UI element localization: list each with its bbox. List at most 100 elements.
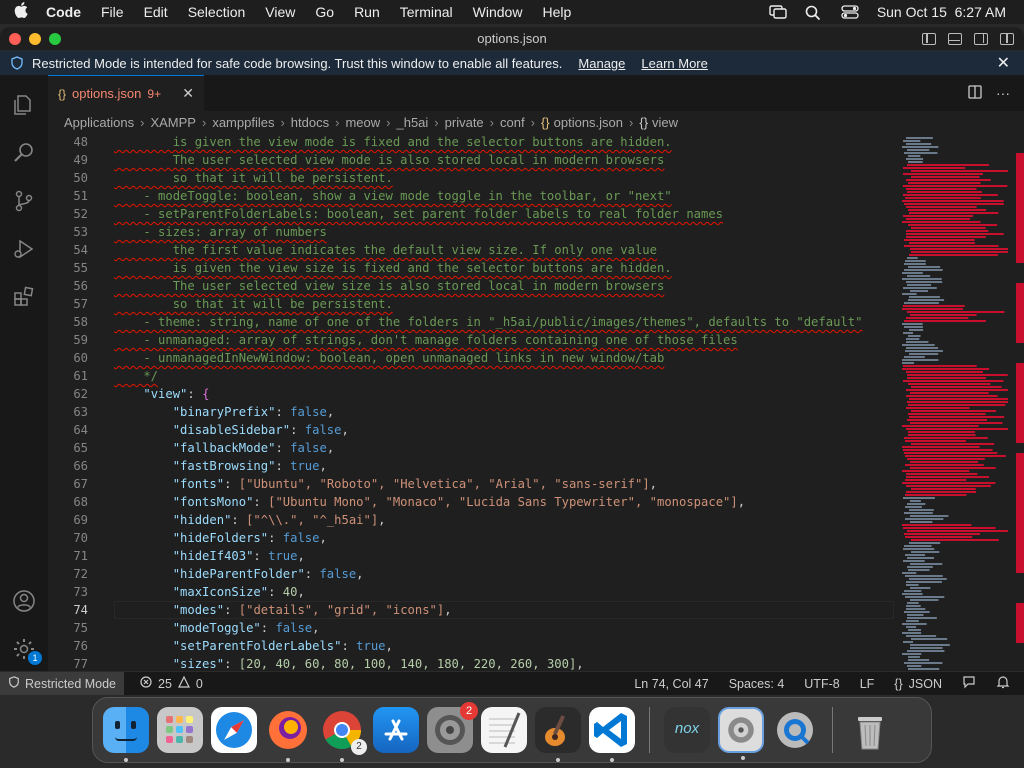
code-line[interactable]: 76 "setParentFolderLabels": true, xyxy=(48,637,898,655)
code-line[interactable]: 75 "modeToggle": false, xyxy=(48,619,898,637)
tab-options-json[interactable]: {} options.json 9+ ✕ xyxy=(48,75,204,111)
code-line[interactable]: 63 "binaryPrefix": false, xyxy=(48,403,898,421)
language-mode[interactable]: {} JSON xyxy=(894,677,942,691)
menu-go[interactable]: Go xyxy=(315,4,334,20)
manage-link[interactable]: Manage xyxy=(578,56,625,71)
restricted-mode-indicator[interactable]: Restricted Mode xyxy=(0,671,125,695)
run-debug-icon[interactable] xyxy=(12,237,36,261)
menu-run[interactable]: Run xyxy=(354,4,380,20)
chrome-icon[interactable]: 2 xyxy=(319,707,367,762)
code-line[interactable]: 64 "disableSidebar": false, xyxy=(48,421,898,439)
breadcrumb-item[interactable]: xamppfiles xyxy=(212,115,274,130)
code-line[interactable]: 66 "fastBrowsing": true, xyxy=(48,457,898,475)
search-icon[interactable] xyxy=(12,141,36,165)
textedit-icon[interactable] xyxy=(481,707,527,753)
system-settings-icon[interactable]: 2 xyxy=(427,702,478,753)
finder-icon[interactable] xyxy=(103,707,149,762)
code-line[interactable]: 70 "hideFolders": false, xyxy=(48,529,898,547)
more-actions-icon[interactable]: ··· xyxy=(996,85,1010,101)
close-banner-icon[interactable]: ✕ xyxy=(997,53,1010,73)
toggle-panel-icon[interactable] xyxy=(948,32,962,45)
code-line[interactable]: 48 is given the view mode is fixed and t… xyxy=(48,133,898,151)
account-icon[interactable] xyxy=(12,589,36,613)
menu-edit[interactable]: Edit xyxy=(144,4,168,20)
control-center-icon[interactable] xyxy=(841,5,859,19)
minimap[interactable] xyxy=(900,133,1008,671)
menu-help[interactable]: Help xyxy=(542,4,571,20)
code-line[interactable]: 68 "fontsMono": ["Ubuntu Mono", "Monaco"… xyxy=(48,493,898,511)
vscode-icon[interactable] xyxy=(589,707,635,762)
code-line[interactable]: 71 "hideIf403": true, xyxy=(48,547,898,565)
feedback-icon[interactable] xyxy=(962,675,976,692)
manage-gear-icon[interactable]: 1 xyxy=(12,637,42,665)
code-line[interactable]: 65 "fallbackMode": false, xyxy=(48,439,898,457)
menu-app-name[interactable]: Code xyxy=(46,4,81,20)
garageband-icon[interactable] xyxy=(535,707,581,762)
problems-indicator[interactable]: 25 0 xyxy=(140,675,203,691)
breadcrumb-item[interactable]: XAMPP xyxy=(150,115,196,130)
code-line[interactable]: 53 - sizes: array of numbers xyxy=(48,223,898,241)
toggle-primary-sidebar-icon[interactable] xyxy=(922,32,936,45)
breadcrumb-item[interactable]: conf xyxy=(500,115,525,130)
code-line[interactable]: 55 is given the view size is fixed and t… xyxy=(48,259,898,277)
launchpad-icon[interactable] xyxy=(157,707,203,753)
menu-file[interactable]: File xyxy=(101,4,124,20)
encoding[interactable]: UTF-8 xyxy=(804,677,839,691)
code-line[interactable]: 50 so that it will be persistent. xyxy=(48,169,898,187)
explorer-icon[interactable] xyxy=(12,93,36,117)
code-line[interactable]: 56 The user selected view size is also s… xyxy=(48,277,898,295)
code-line[interactable]: 57 so that it will be persistent. xyxy=(48,295,898,313)
breadcrumb-item[interactable]: Applications xyxy=(64,115,134,130)
code-line[interactable]: 54 the first value indicates the default… xyxy=(48,241,898,259)
breadcrumb-symbol[interactable]: view xyxy=(652,115,678,130)
app-store-icon[interactable] xyxy=(373,707,419,753)
system-preferences-icon[interactable] xyxy=(718,707,764,760)
code-line[interactable]: 67 "fonts": ["Ubuntu", "Roboto", "Helvet… xyxy=(48,475,898,493)
search-icon[interactable] xyxy=(805,5,823,21)
code-line[interactable]: 58 - theme: string, name of one of the f… xyxy=(48,313,898,331)
breadcrumb-item[interactable]: meow xyxy=(345,115,380,130)
menu-selection[interactable]: Selection xyxy=(188,4,246,20)
menu-view[interactable]: View xyxy=(265,4,295,20)
toggle-secondary-sidebar-icon[interactable] xyxy=(974,32,988,45)
apple-icon[interactable] xyxy=(14,1,34,23)
code-line[interactable]: 59 - unmanaged: array of strings, don't … xyxy=(48,331,898,349)
code-line[interactable]: 62 "view": { xyxy=(48,385,898,403)
trash-icon[interactable] xyxy=(847,707,893,753)
menu-terminal[interactable]: Terminal xyxy=(400,4,453,20)
close-tab-icon[interactable]: ✕ xyxy=(182,85,194,102)
code-line[interactable]: 61 */ xyxy=(48,367,898,385)
code-editor[interactable]: 48 is given the view mode is fixed and t… xyxy=(48,133,898,671)
split-editor-icon[interactable] xyxy=(968,84,982,102)
code-line[interactable]: 72 "hideParentFolder": false, xyxy=(48,565,898,583)
source-control-icon[interactable] xyxy=(12,189,36,213)
breadcrumb-item[interactable]: private xyxy=(445,115,484,130)
extensions-icon[interactable] xyxy=(12,285,36,309)
code-line[interactable]: 69 "hidden": ["^\\.", "^_h5ai"], xyxy=(48,511,898,529)
quicktime-icon[interactable] xyxy=(772,707,818,753)
clock[interactable]: Sun Oct 15 6:27 AM xyxy=(877,4,1006,20)
breadcrumb-item[interactable]: htdocs xyxy=(291,115,329,130)
code-line[interactable]: 52 - setParentFolderLabels: boolean, set… xyxy=(48,205,898,223)
notifications-bell-icon[interactable] xyxy=(996,675,1010,692)
code-line[interactable]: 77 "sizes": [20, 40, 60, 80, 100, 140, 1… xyxy=(48,655,898,671)
code-line[interactable]: 74 "modes": ["details", "grid", "icons"]… xyxy=(48,601,898,619)
safari-icon[interactable] xyxy=(211,707,257,753)
cursor-position[interactable]: Ln 74, Col 47 xyxy=(634,677,708,691)
customize-layout-icon[interactable] xyxy=(1000,32,1014,45)
code-line[interactable]: 49 The user selected view mode is also s… xyxy=(48,151,898,169)
breadcrumb-file[interactable]: options.json xyxy=(554,115,623,130)
breadcrumb-item[interactable]: _h5ai xyxy=(396,115,428,130)
line-number: 72 xyxy=(73,567,88,581)
code-line[interactable]: 73 "maxIconSize": 40, xyxy=(48,583,898,601)
code-line[interactable]: 60 - unmanagedInNewWindow: boolean, open… xyxy=(48,349,898,367)
menu-window[interactable]: Window xyxy=(473,4,523,20)
firefox-icon[interactable] xyxy=(265,707,311,762)
nox-player-icon[interactable]: nox xyxy=(664,707,710,753)
indentation[interactable]: Spaces: 4 xyxy=(729,677,785,691)
learn-more-link[interactable]: Learn More xyxy=(641,56,707,71)
end-of-line[interactable]: LF xyxy=(860,677,875,691)
code-line[interactable]: 51 - modeToggle: boolean, show a view mo… xyxy=(48,187,898,205)
screen-mirroring-icon[interactable] xyxy=(769,5,787,19)
error-scrollbar-markers[interactable] xyxy=(1014,133,1024,671)
